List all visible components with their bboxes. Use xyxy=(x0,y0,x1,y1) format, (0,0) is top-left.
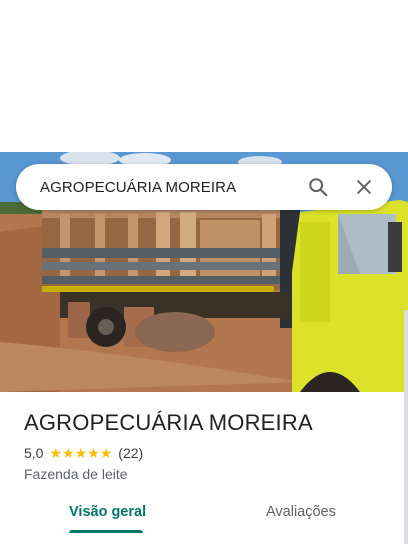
star-icon: ★ xyxy=(74,445,88,461)
map-blank-area xyxy=(0,0,408,152)
search-bar[interactable]: AGROPECUÁRIA MOREIRA xyxy=(16,164,392,210)
place-title: AGROPECUÁRIA MOREIRA xyxy=(24,410,313,435)
tab-overview[interactable]: Visão geral xyxy=(69,504,146,520)
rating-value: 5,0 xyxy=(24,445,44,461)
star-icon: ★ xyxy=(49,445,63,461)
scrollbar[interactable] xyxy=(404,310,408,544)
close-button[interactable] xyxy=(344,167,384,207)
star-icon: ★ xyxy=(99,445,113,461)
rating-row[interactable]: 5,0 ★ ★ ★ ★ ★ (22) xyxy=(24,445,143,461)
search-button[interactable] xyxy=(298,167,338,207)
star-rating: ★ ★ ★ ★ ★ xyxy=(49,446,112,460)
search-icon xyxy=(309,178,328,197)
close-icon xyxy=(357,180,371,194)
search-input[interactable]: AGROPECUÁRIA MOREIRA xyxy=(40,179,298,196)
review-count[interactable]: (22) xyxy=(118,445,143,461)
place-tabs: Visão geral Avaliações xyxy=(0,498,408,544)
star-icon: ★ xyxy=(87,445,100,461)
place-info-panel: AGROPECUÁRIA MOREIRA 5,0 ★ ★ ★ ★ ★ (22) … xyxy=(0,392,408,544)
star-icon: ★ xyxy=(62,445,75,461)
active-tab-indicator xyxy=(69,530,143,533)
place-category[interactable]: Fazenda de leite xyxy=(24,466,128,482)
tab-reviews[interactable]: Avaliações xyxy=(266,504,336,520)
